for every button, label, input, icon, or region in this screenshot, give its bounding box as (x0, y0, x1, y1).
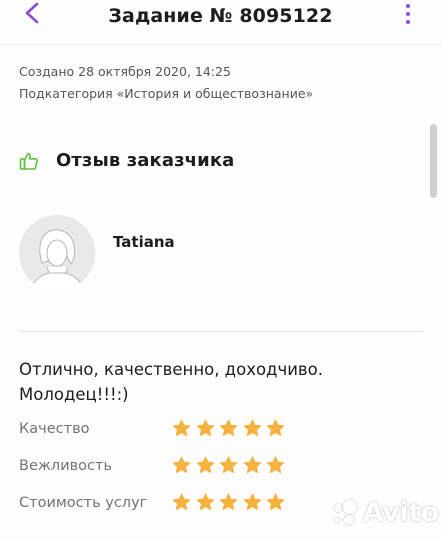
subcategory: Подкатегория «История и обществознание» (19, 86, 314, 101)
page-title: Задание № 8095122 (108, 5, 333, 27)
rating-label: Вежливость (19, 458, 113, 474)
created-date: Создано 28 октября 2020, 14:25 (19, 64, 231, 79)
review-text: Отлично, качественно, доходчиво. Молодец… (19, 360, 323, 404)
star-icon (219, 456, 238, 473)
user-avatar-icon (19, 215, 95, 291)
rating-row-politeness: Вежливость (19, 456, 423, 478)
more-vertical-icon-dot (406, 20, 410, 24)
star-icon (172, 456, 191, 473)
rating-label: Стоимость услуг (19, 495, 148, 511)
star-icon (219, 493, 238, 510)
star-rating (172, 456, 290, 475)
avito-logo-icon (333, 498, 358, 526)
star-icon (196, 456, 214, 473)
header-divider (0, 44, 441, 45)
star-icon (219, 419, 238, 436)
rating-label: Качество (19, 421, 90, 437)
watermark-text: Avito (363, 497, 439, 528)
section-divider (19, 331, 423, 332)
star-icon (172, 493, 191, 510)
review-header: Отзыв заказчика (19, 150, 234, 171)
star-icon (243, 456, 261, 473)
star-icon (196, 419, 214, 436)
star-rating (172, 419, 290, 438)
review-title: Отзыв заказчика (56, 150, 235, 171)
thumbs-up-icon (19, 151, 39, 171)
more-menu-button[interactable] (399, 2, 417, 26)
avito-watermark: Avito (330, 497, 439, 528)
more-vertical-icon-dot (406, 12, 410, 16)
star-icon (196, 493, 214, 510)
more-vertical-icon (406, 4, 410, 8)
star-icon (267, 419, 285, 436)
star-icon (243, 493, 261, 510)
scrollbar[interactable] (430, 124, 437, 198)
user-name[interactable]: Tatiana (113, 233, 175, 251)
star-icon (267, 456, 285, 473)
app-header: Задание № 8095122 (0, 0, 441, 34)
rating-row-quality: Качество (19, 419, 423, 441)
star-icon (172, 419, 191, 436)
star-icon (267, 493, 285, 510)
star-rating (172, 493, 290, 512)
star-icon (243, 419, 261, 436)
